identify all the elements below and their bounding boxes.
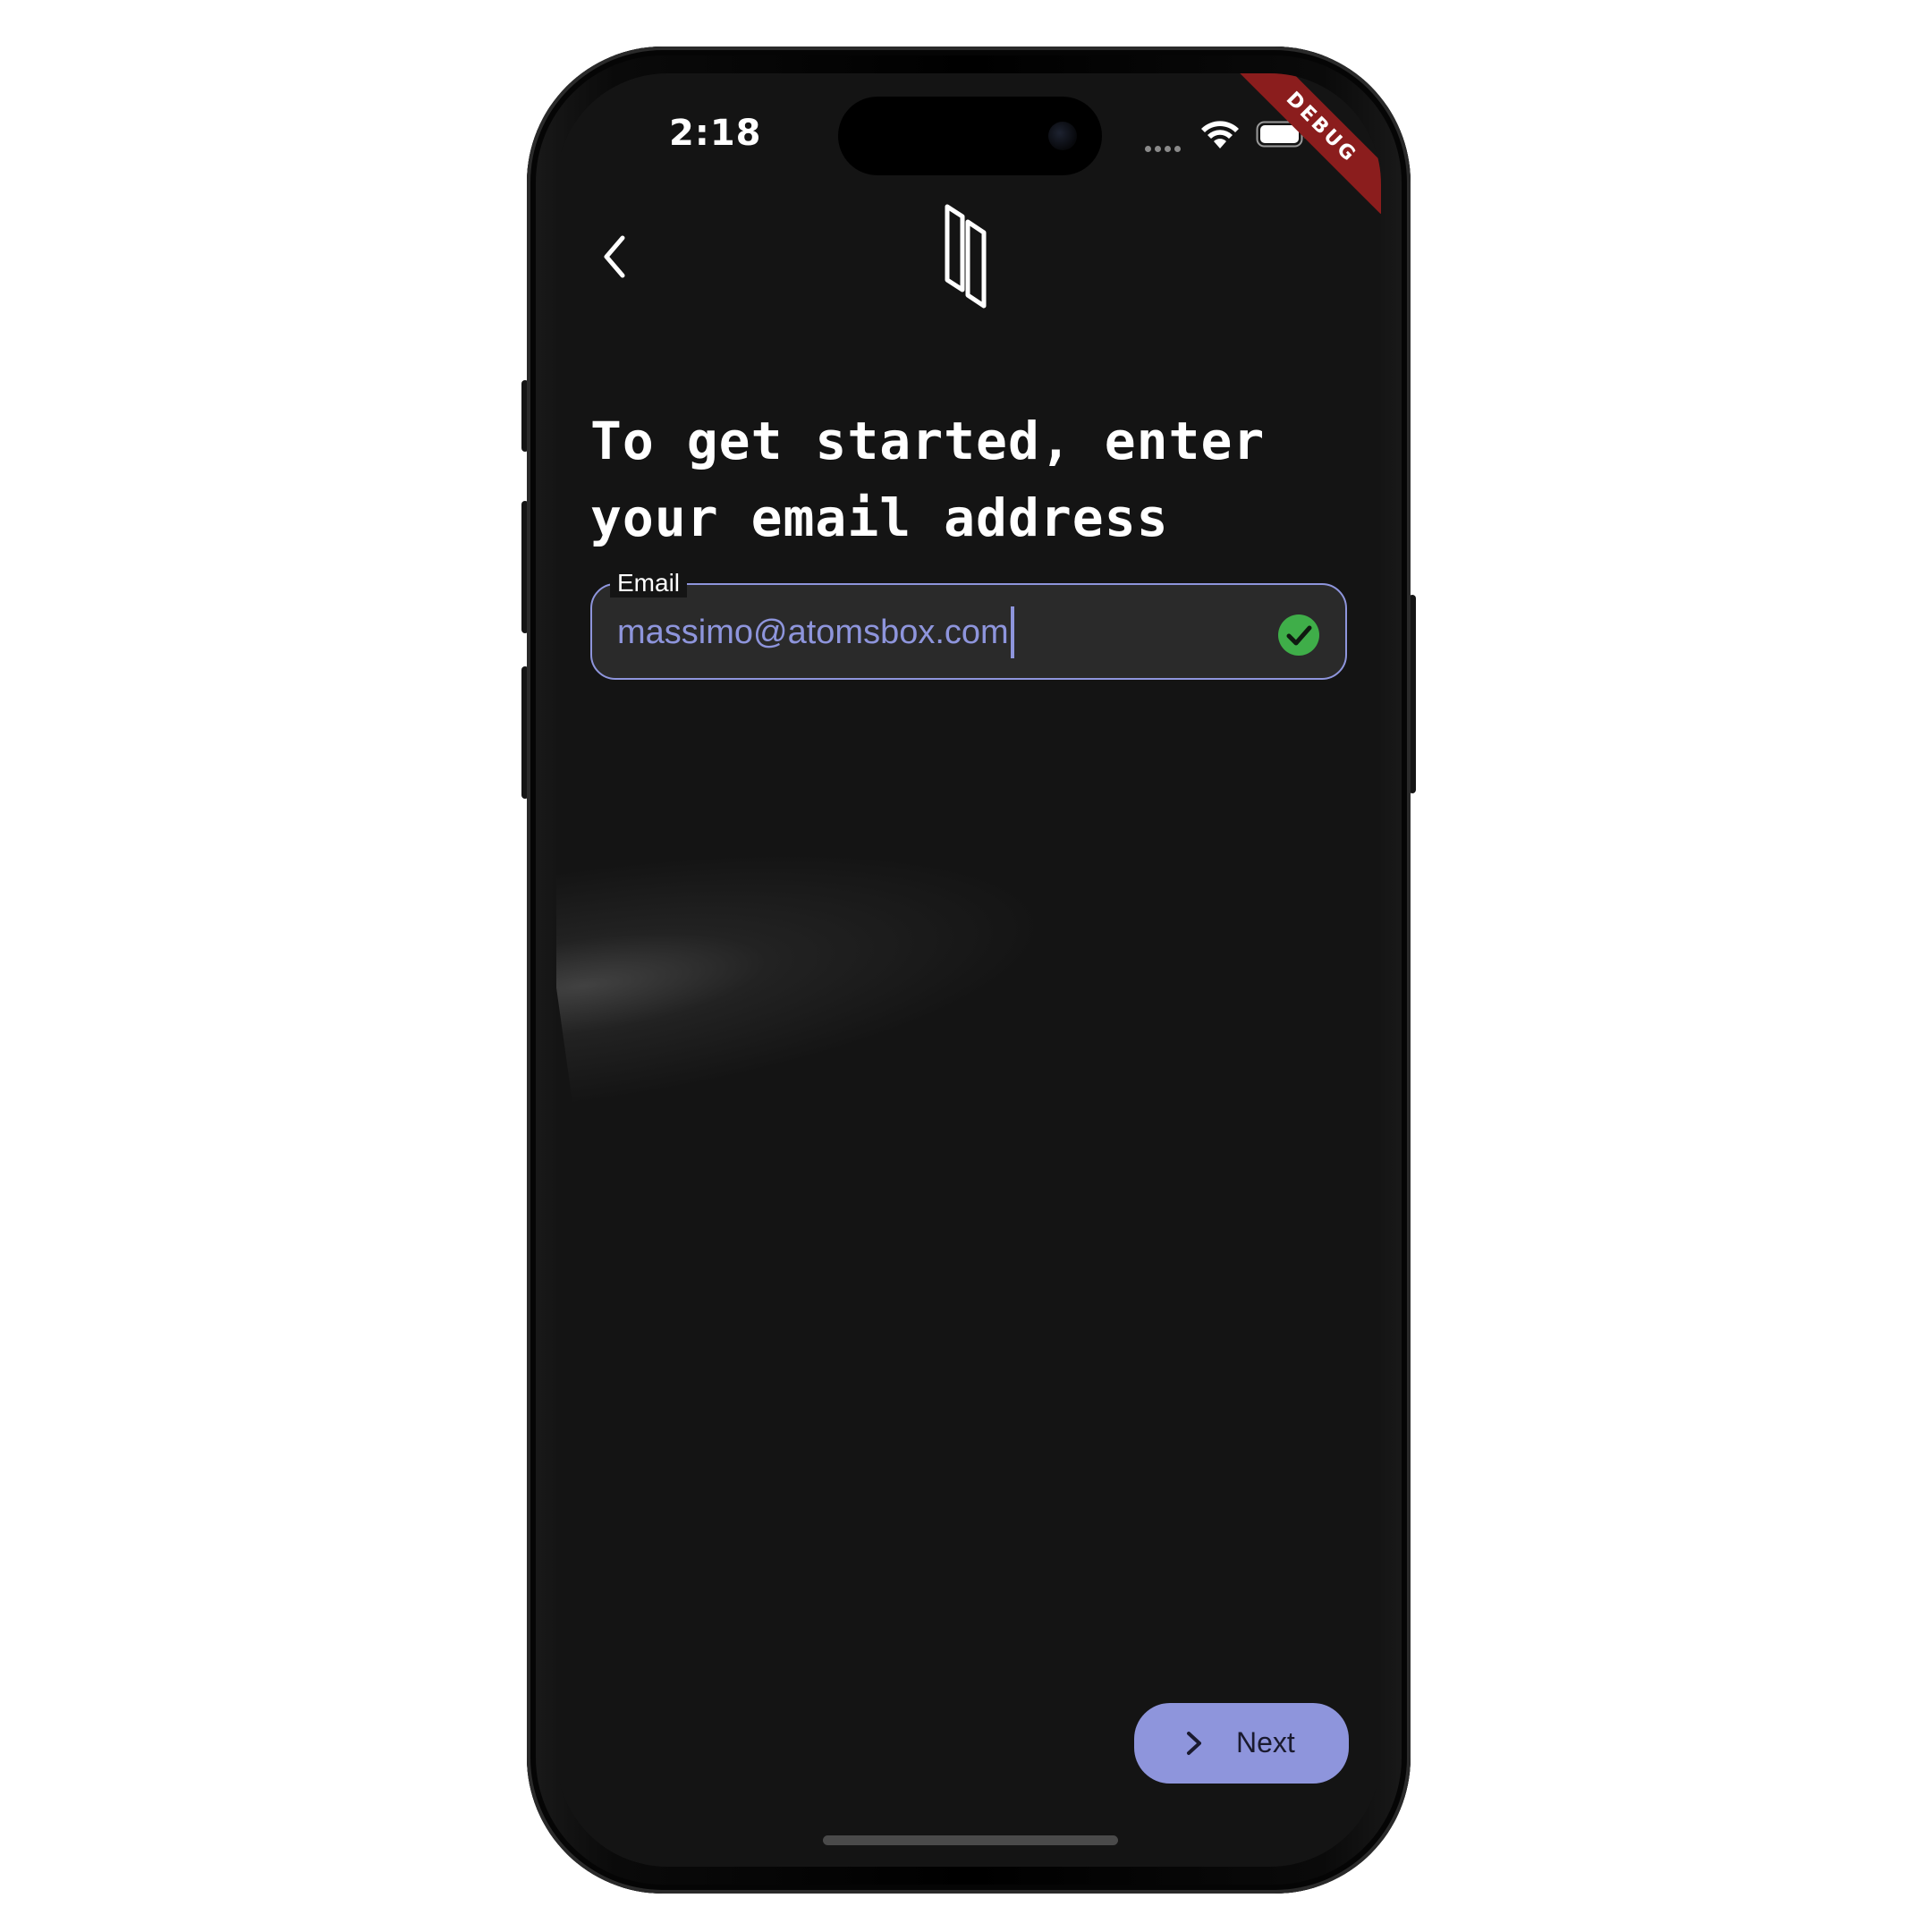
phone-screen: 2:18 DEBUG To get started, enter your em… [556,73,1381,1867]
status-time: 2:18 [669,113,762,154]
check-circle-icon [1278,614,1319,656]
email-field-label: Email [610,569,688,597]
stage: 2:18 DEBUG To get started, enter your em… [0,0,1932,1932]
screen-glare [556,715,1381,1203]
next-button-label: Next [1236,1726,1295,1758]
app-logo [945,204,987,309]
back-button[interactable] [583,225,646,288]
chevron-left-icon [604,235,625,278]
dynamic-island [838,97,1102,175]
email-field[interactable]: Email massimo@atomsbox.com [590,569,1347,680]
camera-icon [1048,122,1077,150]
wifi-icon [1201,121,1239,148]
page-title: To get started, enter your email address [590,411,1266,548]
email-input-value[interactable]: massimo@atomsbox.com [617,612,1009,653]
text-caret [1011,606,1014,658]
chevron-right-icon [1187,1732,1201,1755]
next-button[interactable]: Next [1134,1703,1349,1784]
home-indicator[interactable] [823,1835,1118,1845]
cellular-signal-icon [1145,140,1188,152]
